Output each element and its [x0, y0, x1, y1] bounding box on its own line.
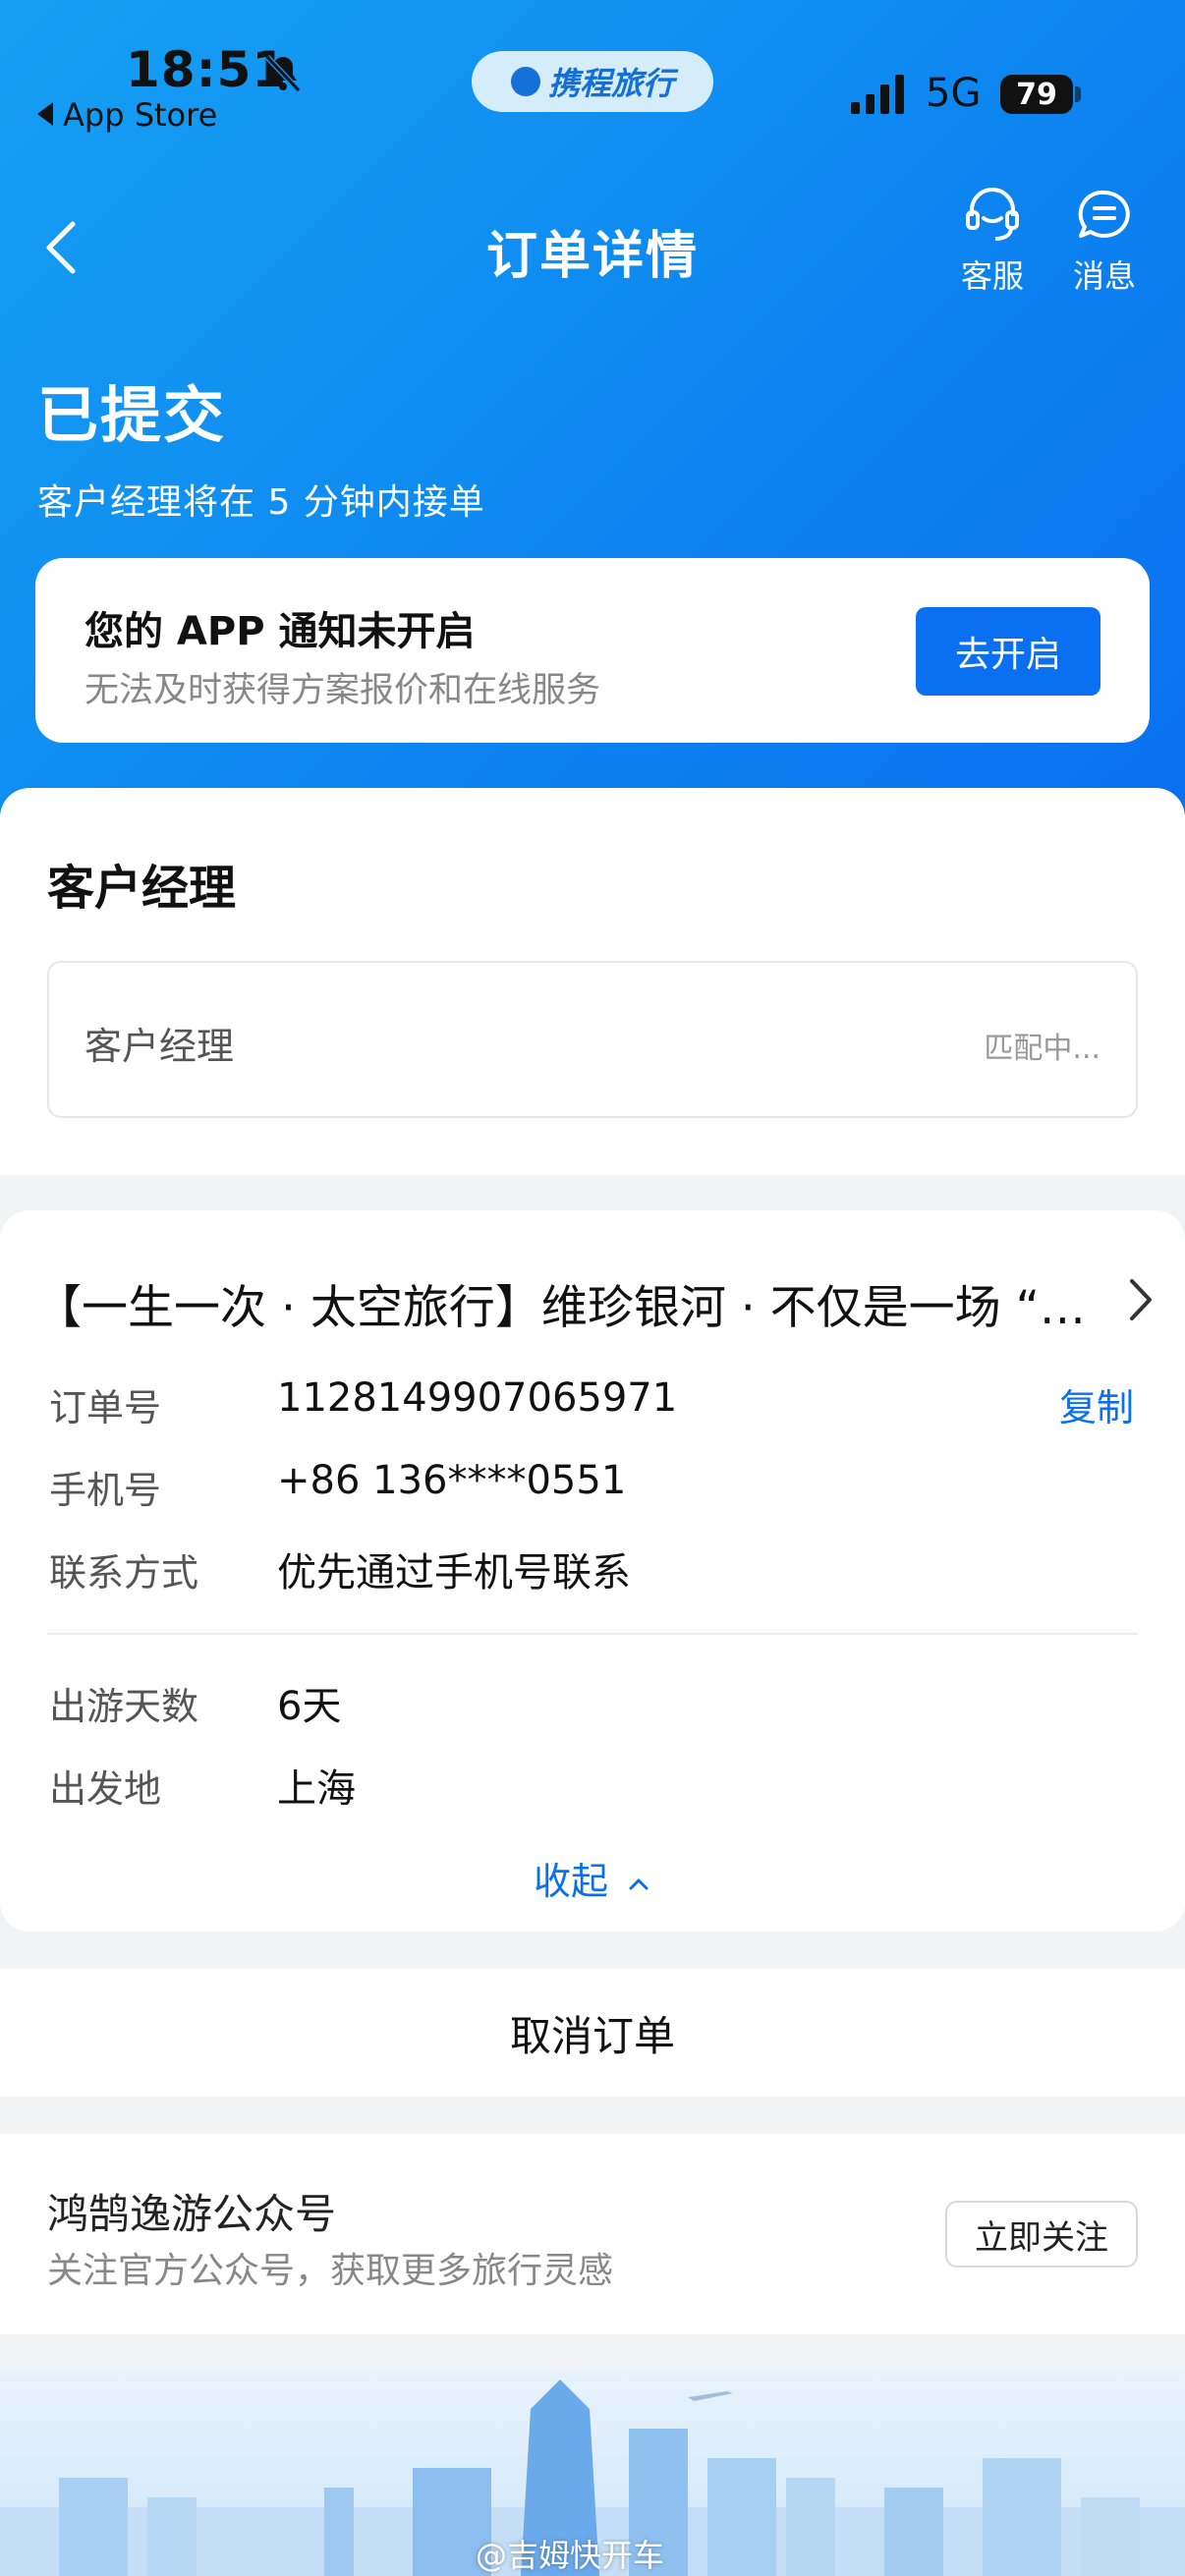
chevron-right-icon[interactable]	[1126, 1275, 1156, 1324]
trip-days-value: 6天	[277, 1684, 342, 1729]
chat-bubble-icon	[1078, 190, 1130, 238]
phone-value: +86 136****0551	[277, 1458, 627, 1503]
battery-tip	[1075, 86, 1081, 102]
product-title[interactable]: 【一生一次 · 太空旅行】维珍银河 · 不仅是一场 “…	[35, 1269, 1106, 1337]
notice-title: 您的 APP 通知未开启	[85, 609, 476, 654]
back-app-label: App Store	[63, 96, 218, 134]
brand-badge: 携程旅行	[472, 51, 713, 112]
battery-icon: 79	[1000, 75, 1073, 114]
official-account-section: 鸿鹄逸游公众号 关注官方公众号，获取更多旅行灵感 立即关注	[0, 2134, 1185, 2334]
brand-logo-icon	[510, 67, 540, 96]
order-status-title: 已提交	[37, 379, 227, 451]
service-label: 客服	[960, 257, 1024, 295]
collapse-button[interactable]: 收起	[0, 1851, 1185, 1905]
network-type: 5G	[926, 71, 982, 116]
customer-service-button[interactable]: 客服	[943, 187, 1042, 297]
trip-days-label: 出游天数	[49, 1685, 199, 1728]
cellular-signal-icon	[851, 75, 904, 114]
official-account-subtitle: 关注官方公众号，获取更多旅行灵感	[47, 2251, 614, 2291]
headset-icon	[966, 188, 1019, 241]
divider	[47, 1633, 1138, 1635]
cancel-order-button[interactable]: 取消订单	[0, 1969, 1185, 2097]
back-triangle-icon	[37, 102, 53, 126]
watermark: @吉姆快开车	[476, 2537, 665, 2574]
order-number-label: 订单号	[49, 1386, 162, 1429]
manager-section: 客户经理 客户经理 匹配中...	[0, 788, 1185, 1175]
phone-label: 手机号	[49, 1469, 162, 1512]
back-to-app-store[interactable]: App Store	[37, 96, 217, 134]
notice-subtitle: 无法及时获得方案报价和在线服务	[85, 671, 601, 710]
follow-button[interactable]: 立即关注	[945, 2201, 1138, 2268]
manager-card[interactable]: 客户经理 匹配中...	[47, 961, 1138, 1118]
order-status-subtitle: 客户经理将在 5 分钟内接单	[37, 482, 485, 523]
manager-heading: 客户经理	[47, 861, 237, 916]
contact-method-label: 联系方式	[49, 1551, 199, 1595]
enable-notifications-button[interactable]: 去开启	[916, 607, 1100, 696]
order-info-section: 【一生一次 · 太空旅行】维珍银河 · 不仅是一场 “… 订单号 1128149…	[0, 1210, 1185, 1932]
chevron-up-icon	[629, 1878, 649, 1889]
contact-method-value: 优先通过手机号联系	[277, 1550, 631, 1596]
collapse-label: 收起	[533, 1860, 608, 1903]
manager-label: 客户经理	[85, 1025, 235, 1068]
departure-label: 出发地	[49, 1767, 162, 1811]
cancel-section: 取消订单	[0, 1969, 1185, 2097]
battery-level: 79	[1016, 77, 1057, 112]
official-account-name: 鸿鹄逸游公众号	[47, 2190, 337, 2238]
brand-label: 携程旅行	[547, 65, 674, 102]
manager-status: 匹配中...	[984, 1032, 1100, 1066]
copy-order-number-button[interactable]: 复制	[1059, 1377, 1134, 1431]
message-label: 消息	[1072, 257, 1136, 295]
notification-disabled-card: 您的 APP 通知未开启 无法及时获得方案报价和在线服务 去开启	[35, 558, 1150, 743]
bell-muted-icon	[264, 54, 302, 93]
departure-value: 上海	[277, 1766, 356, 1812]
messages-button[interactable]: 消息	[1055, 187, 1154, 297]
order-number-value: 1128149907065971	[277, 1375, 678, 1421]
